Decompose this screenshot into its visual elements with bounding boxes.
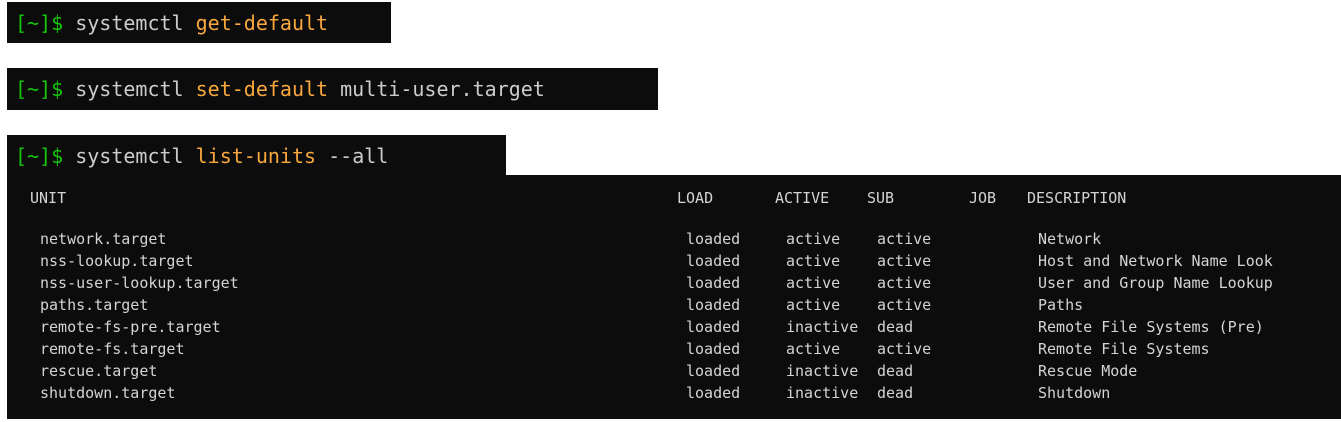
unit-active: active bbox=[786, 274, 841, 292]
unit-active: active bbox=[786, 340, 841, 358]
shell-prompt: [~]$ bbox=[15, 77, 64, 101]
unit-sub: dead bbox=[877, 384, 914, 402]
unit-sub: active bbox=[877, 230, 932, 248]
header-job: JOB bbox=[969, 189, 997, 207]
unit-sub: active bbox=[877, 296, 932, 314]
unit-description: Remote File Systems (Pre) bbox=[1038, 318, 1264, 336]
command-line-get-default: [~]$ systemctl get-default bbox=[7, 2, 391, 43]
unit-description: Paths bbox=[1038, 296, 1084, 314]
unit-description: Rescue Mode bbox=[1038, 362, 1138, 380]
unit-load: loaded bbox=[686, 318, 741, 336]
header-sub: SUB bbox=[867, 189, 895, 207]
header-active: ACTIVE bbox=[775, 189, 830, 207]
header-description: DESCRIPTION bbox=[1027, 189, 1127, 207]
unit-active: active bbox=[786, 230, 841, 248]
shell-prompt: [~]$ bbox=[15, 11, 64, 35]
command-line-list-units: [~]$ systemctl list-units --all bbox=[7, 135, 506, 177]
unit-name: shutdown.target bbox=[40, 384, 176, 402]
unit-name: rescue.target bbox=[40, 362, 158, 380]
unit-description: Host and Network Name Look bbox=[1038, 252, 1273, 270]
unit-description: Remote File Systems bbox=[1038, 340, 1210, 358]
shell-prompt: [~]$ bbox=[15, 144, 64, 168]
unit-active: inactive bbox=[786, 318, 859, 336]
unit-sub: active bbox=[877, 274, 932, 292]
command-args: multi-user.target bbox=[340, 77, 545, 101]
unit-name: nss-lookup.target bbox=[40, 252, 194, 270]
unit-load: loaded bbox=[686, 340, 741, 358]
unit-name: remote-fs-pre.target bbox=[40, 318, 221, 336]
unit-name: remote-fs.target bbox=[40, 340, 185, 358]
unit-active: active bbox=[786, 252, 841, 270]
unit-active: active bbox=[786, 296, 841, 314]
command-args: --all bbox=[328, 144, 389, 168]
command-program: systemctl bbox=[75, 144, 184, 168]
command-subcommand: get-default bbox=[195, 11, 329, 35]
unit-sub: active bbox=[877, 252, 932, 270]
unit-load: loaded bbox=[686, 274, 741, 292]
unit-load: loaded bbox=[686, 362, 741, 380]
command-program: systemctl bbox=[75, 11, 184, 35]
header-load: LOAD bbox=[677, 189, 714, 207]
list-units-output: UNIT LOAD ACTIVE SUB JOB DESCRIPTION net… bbox=[7, 175, 1341, 419]
unit-load: loaded bbox=[686, 252, 741, 270]
unit-name: paths.target bbox=[40, 296, 149, 314]
unit-load: loaded bbox=[686, 296, 741, 314]
unit-load: loaded bbox=[686, 230, 741, 248]
command-subcommand: set-default bbox=[195, 77, 329, 101]
unit-active: inactive bbox=[786, 384, 859, 402]
command-subcommand: list-units bbox=[195, 144, 317, 168]
command-program: systemctl bbox=[75, 77, 184, 101]
command-line-set-default: [~]$ systemctl set-default multi-user.ta… bbox=[7, 68, 658, 110]
unit-name: network.target bbox=[40, 230, 167, 248]
unit-load: loaded bbox=[686, 384, 741, 402]
header-unit: UNIT bbox=[30, 189, 67, 207]
unit-sub: dead bbox=[877, 362, 914, 380]
unit-description: User and Group Name Lookup bbox=[1038, 274, 1273, 292]
unit-sub: dead bbox=[877, 318, 914, 336]
unit-sub: active bbox=[877, 340, 932, 358]
unit-active: inactive bbox=[786, 362, 859, 380]
unit-description: Network bbox=[1038, 230, 1102, 248]
unit-description: Shutdown bbox=[1038, 384, 1111, 402]
unit-name: nss-user-lookup.target bbox=[40, 274, 239, 292]
